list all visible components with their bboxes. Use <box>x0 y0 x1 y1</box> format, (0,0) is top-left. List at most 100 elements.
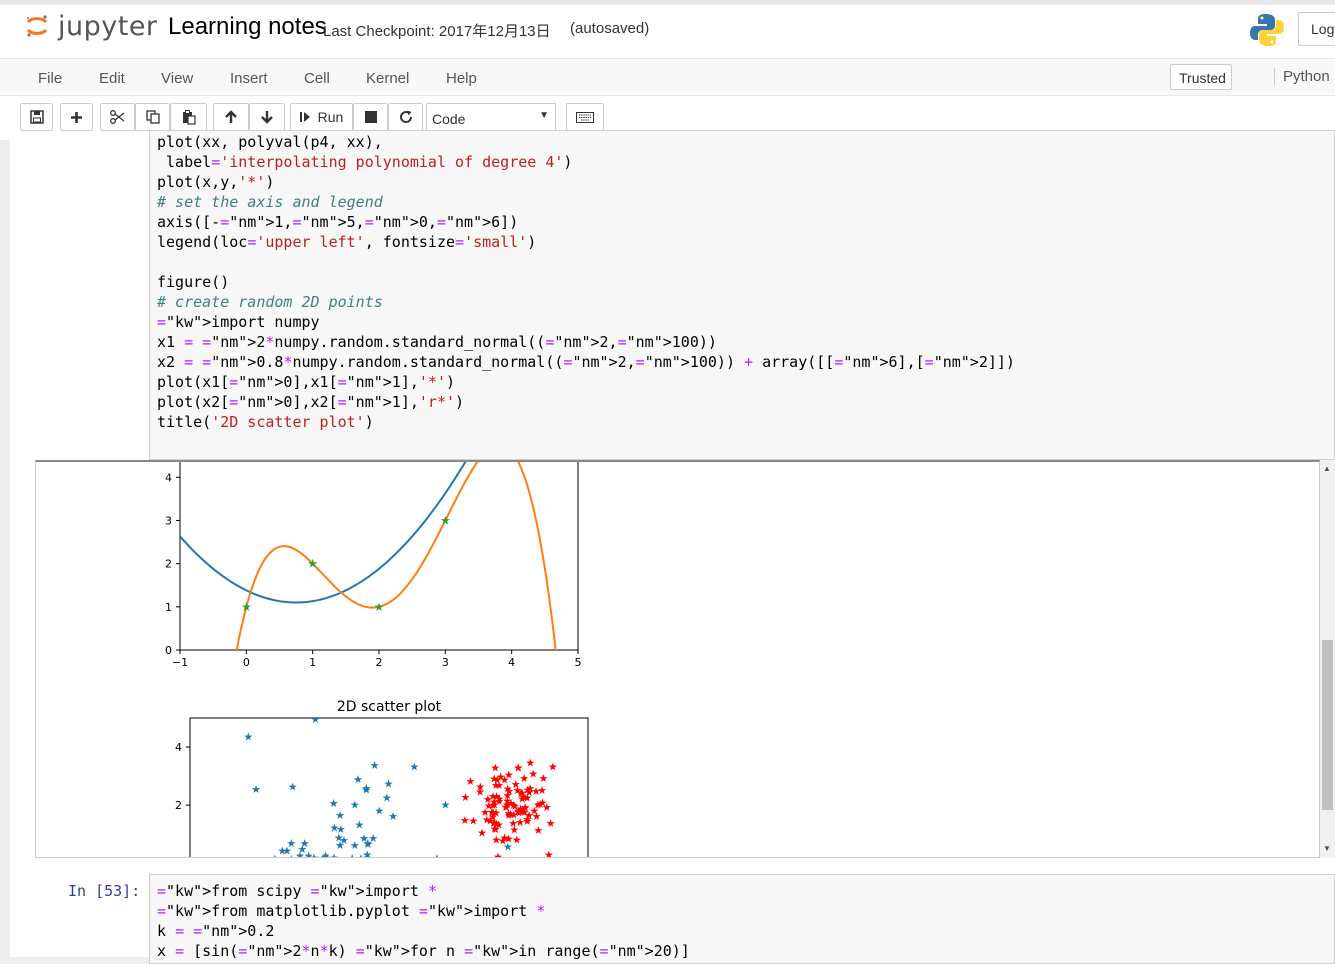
x-tick-label: 5 <box>575 656 582 669</box>
arrow-down-icon <box>261 111 273 124</box>
copy-button[interactable] <box>135 103 170 131</box>
code-line: plot(x,y,'*') <box>157 173 275 191</box>
scatter-point: ★ <box>493 851 503 858</box>
scatter-point: ★ <box>494 819 504 832</box>
insert-cell-button[interactable] <box>60 103 93 131</box>
cell-prompt: In [53]: <box>68 882 141 900</box>
scatter-point: ★ <box>374 804 384 817</box>
code-cell-source[interactable]: plot(xx, polyval(p4, xx), label='interpo… <box>157 132 1015 432</box>
checkpoint-status: Last Checkpoint: 2017年12月13日 <box>323 23 551 40</box>
run-button[interactable]: Run <box>290 103 353 131</box>
y-tick-label: 4 <box>175 741 182 754</box>
trusted-indicator[interactable]: Trusted <box>1170 64 1232 90</box>
menu-file[interactable]: File <box>38 70 62 87</box>
keyboard-icon <box>576 111 594 123</box>
code-line: # set the axis and legend <box>157 193 383 211</box>
run-label: Run <box>317 109 344 125</box>
y-tick-label: 1 <box>165 601 172 614</box>
scatter-point: ★ <box>524 809 534 822</box>
arrow-up-icon <box>225 110 237 123</box>
scatter-point: ★ <box>483 793 493 806</box>
scatter-point: ★ <box>544 849 554 858</box>
code-line: plot(xx, polyval(p4, xx), <box>157 133 383 151</box>
paste-icon <box>182 109 196 125</box>
scatter-point: ★ <box>331 854 341 858</box>
scatter-point: ★ <box>468 815 478 828</box>
command-palette-button[interactable] <box>566 103 604 131</box>
scatter-point: ★ <box>288 781 298 794</box>
autosave-status: (autosaved) <box>570 20 650 37</box>
scatter-point: ★ <box>460 791 470 804</box>
scatter-point: ★ <box>382 791 392 804</box>
scatter-point: ★ <box>309 851 319 858</box>
data-point-marker: ★ <box>307 557 318 571</box>
scatter-point: ★ <box>353 773 363 786</box>
scatter-point: ★ <box>533 824 543 837</box>
scatter-point: ★ <box>494 795 504 808</box>
scatter-point: ★ <box>251 783 261 796</box>
jupyter-logo-text[interactable]: jupyter <box>58 11 158 42</box>
scatter-point: ★ <box>477 826 487 839</box>
y-tick-label: 3 <box>165 514 172 527</box>
jupyter-logo-icon[interactable] <box>25 14 49 38</box>
scatter-point: ★ <box>350 798 360 811</box>
scatter-point: ★ <box>432 852 442 858</box>
scatter-point: ★ <box>310 713 320 726</box>
chart-title: 2D scatter plot <box>337 699 442 715</box>
move-down-button[interactable] <box>249 103 285 131</box>
scatter-point: ★ <box>460 814 470 827</box>
scatter-point: ★ <box>321 857 331 858</box>
y-tick-label: 2 <box>175 799 182 812</box>
scatter-point: ★ <box>362 848 372 858</box>
cell-type-select[interactable]: Code ▼ <box>426 103 556 131</box>
menu-cell[interactable]: Cell <box>304 70 330 87</box>
scatter-point: ★ <box>335 809 345 822</box>
scatter-point: ★ <box>295 850 305 858</box>
scrollbar-thumb[interactable] <box>1322 640 1333 810</box>
cut-button[interactable] <box>100 103 135 131</box>
code2-line: ="kw">from scipy ="kw">import * <box>157 882 437 900</box>
code-cell-source-2[interactable]: ="kw">from scipy ="kw">import * ="kw">fro… <box>157 881 690 961</box>
scroll-down-icon[interactable]: ▼ <box>1323 844 1331 853</box>
interrupt-button[interactable] <box>353 103 388 131</box>
copy-icon <box>145 110 160 124</box>
menu-help[interactable]: Help <box>446 70 477 87</box>
code-line: plot(x2[="nm">0],x2[="nm">1],'r*') <box>157 393 465 411</box>
save-button[interactable] <box>20 103 53 131</box>
scatter-point: ★ <box>504 809 514 822</box>
interpolation-chart: ★★★★−1 0 1 2 3 4 501234 <box>165 462 582 669</box>
scatter-point: ★ <box>528 767 538 780</box>
restart-icon <box>399 110 412 123</box>
scatter-point: ★ <box>277 844 287 857</box>
scatter-point: ★ <box>384 777 394 790</box>
data-point-marker: ★ <box>440 513 451 527</box>
menu-insert[interactable]: Insert <box>230 70 268 87</box>
scissors-icon <box>110 110 125 124</box>
kernel-indicator[interactable]: Python <box>1274 68 1330 85</box>
scatter-point: ★ <box>388 810 398 823</box>
x-tick-label: −1 <box>172 656 188 669</box>
menu-kernel[interactable]: Kernel <box>366 70 409 87</box>
x-tick-label: 0 <box>243 656 250 669</box>
code-line: legend(loc='upper left', fontsize='small… <box>157 233 537 251</box>
plus-icon <box>71 111 82 123</box>
scatter-point: ★ <box>329 821 339 834</box>
scatter-point: ★ <box>537 784 547 797</box>
scatter-point: ★ <box>548 761 558 774</box>
menu-view[interactable]: View <box>161 70 193 87</box>
login-button[interactable]: Log <box>1298 12 1335 46</box>
code-line: title('2D scatter plot') <box>157 413 374 431</box>
scatter-point: ★ <box>409 761 419 774</box>
scatter-point: ★ <box>475 781 485 794</box>
scatter-point: ★ <box>498 834 508 847</box>
data-point-marker: ★ <box>374 600 385 614</box>
scroll-up-icon[interactable]: ▲ <box>1323 464 1331 473</box>
scatter-point: ★ <box>490 761 500 774</box>
paste-button[interactable] <box>170 103 207 131</box>
scatter-point: ★ <box>513 762 523 775</box>
menu-edit[interactable]: Edit <box>99 70 125 87</box>
notebook-title[interactable]: Learning notes <box>168 13 327 41</box>
move-up-button[interactable] <box>213 103 249 131</box>
restart-button[interactable] <box>388 103 423 131</box>
